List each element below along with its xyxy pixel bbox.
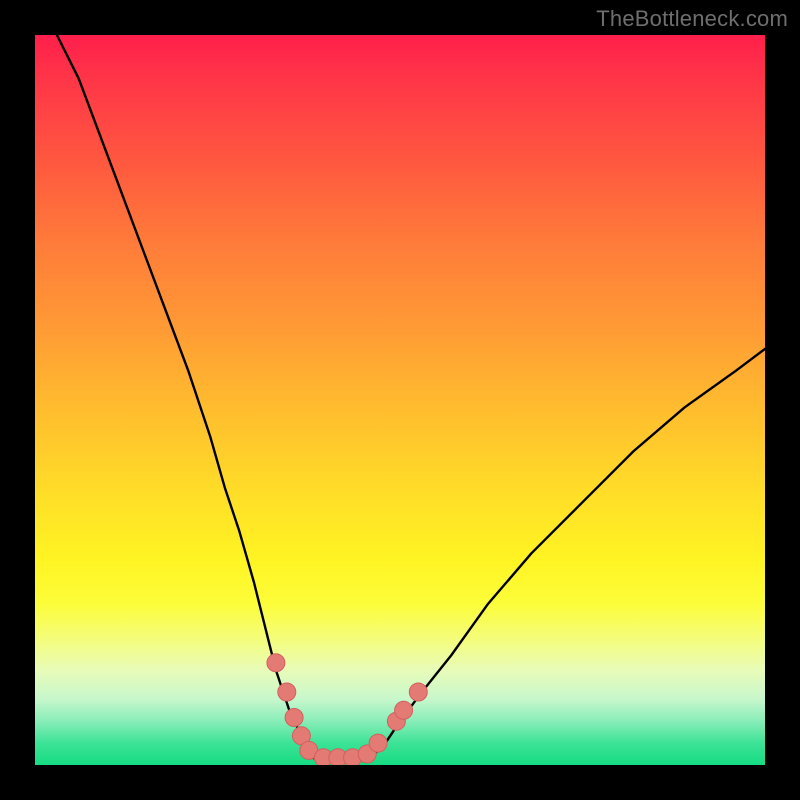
chart-svg [35, 35, 765, 765]
data-point [369, 734, 387, 752]
data-point [285, 709, 303, 727]
plot-area [35, 35, 765, 765]
bottleneck-curve [57, 35, 765, 761]
data-point [267, 654, 285, 672]
curve-group [57, 35, 765, 761]
data-point [409, 683, 427, 701]
chart-frame: TheBottleneck.com [0, 0, 800, 800]
data-point [395, 701, 413, 719]
marker-group [267, 654, 427, 765]
watermark-text: TheBottleneck.com [596, 6, 788, 32]
data-point [278, 683, 296, 701]
